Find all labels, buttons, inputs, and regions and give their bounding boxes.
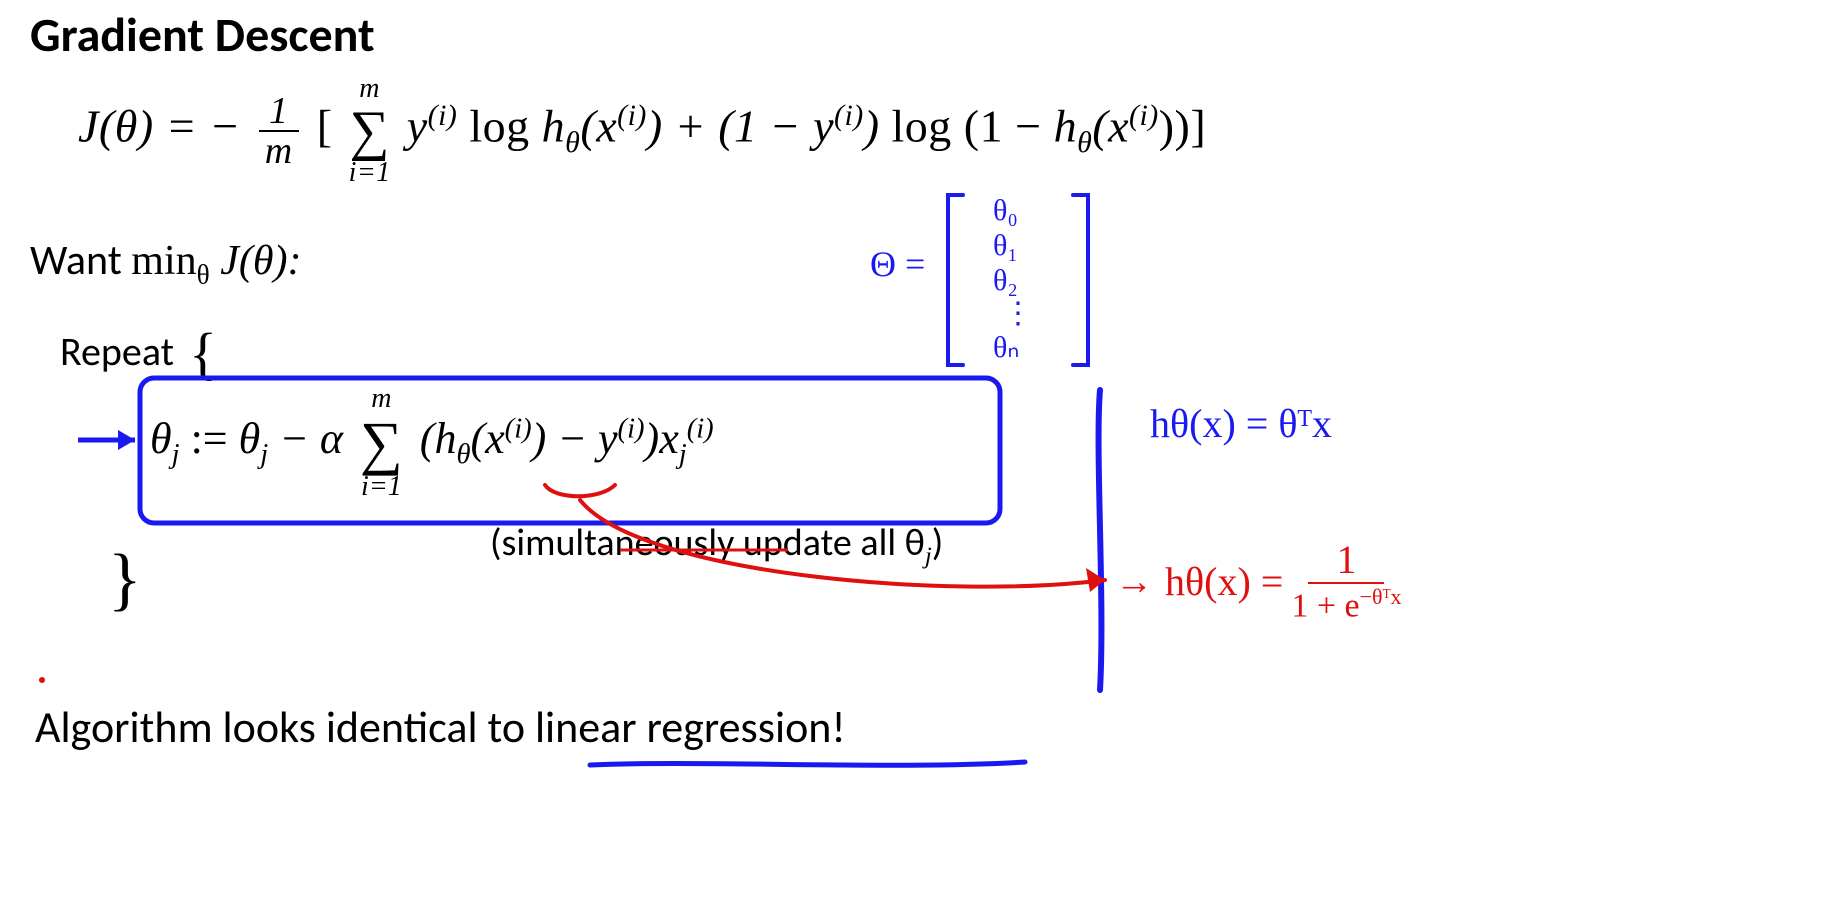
sigmoid-fraction: 1 1 + e−θᵀx: [1291, 540, 1401, 623]
sup-i-3: (i): [834, 99, 864, 132]
simul-sub: j: [925, 543, 932, 570]
h-linear-annotation: hθ(x) = θᵀx: [1150, 400, 1332, 447]
repeat-line: Repeat {: [60, 320, 217, 387]
frac-den: m: [259, 132, 299, 170]
sym-h3: h: [434, 414, 456, 463]
sigmoid-exp: −θᵀx: [1360, 584, 1402, 609]
sum-lower: i=1: [349, 159, 391, 187]
brace-open: {: [189, 321, 217, 386]
repeat-word: Repeat: [60, 327, 174, 376]
theta-2: θ₂: [993, 264, 1018, 297]
sub-theta1: θ: [565, 126, 580, 159]
sub-theta3: θ: [456, 439, 470, 470]
theta-n: θₙ: [993, 331, 1019, 364]
simultaneous-update-note: (simultaneously update all θj): [490, 520, 943, 571]
want-line: Want minθ J(θ):: [30, 235, 301, 290]
min-sub: θ: [197, 259, 210, 289]
min-expr: minθ J(θ):: [131, 238, 301, 284]
simul-text: (simultaneously update all θ: [490, 520, 925, 566]
theta-0: θ₀: [993, 194, 1018, 227]
sym-y2: y: [813, 101, 834, 152]
right-bracket: ))]: [1159, 101, 1206, 152]
sym-J: J: [78, 101, 99, 152]
summation: m ∑ i=1: [349, 75, 391, 187]
sym-h2: h: [1054, 101, 1078, 152]
theta-j-1: θ: [150, 414, 172, 463]
sup-i-4: (i): [1129, 99, 1159, 132]
sum2-lower: i=1: [360, 473, 403, 501]
theta-1: θ₁: [993, 229, 1018, 262]
theta-dots: ⋮: [1003, 297, 1033, 330]
sup-i-7: (i): [687, 413, 714, 444]
sum-upper: m: [349, 75, 391, 103]
assign: :=: [191, 414, 239, 463]
sup-i-6: (i): [618, 413, 645, 444]
sub-j-2: j: [260, 439, 268, 470]
plus-part: + (1 −: [675, 101, 813, 152]
theta-bracket-svg: θ₀ θ₁ θ₂ ⋮ θₙ: [943, 185, 1103, 375]
sym-x3: x: [485, 414, 505, 463]
sum2-upper: m: [360, 385, 403, 413]
sub-j-1: j: [172, 439, 180, 470]
sup-i-2: (i): [617, 99, 647, 132]
sym-h: h: [542, 101, 566, 152]
sym-x2: x: [1108, 101, 1129, 152]
left-bracket: [: [317, 101, 333, 152]
sym-y: y: [407, 101, 428, 152]
sub-j-3: j: [679, 439, 687, 470]
sigmoid-den: 1 + e: [1291, 587, 1359, 624]
h-sigmoid-annotation: → hθ(x) = 1 1 + e−θᵀx: [1115, 540, 1402, 623]
theta-vector-annotation: Θ = θ₀ θ₁ θ₂ ⋮ θₙ: [870, 185, 1103, 382]
fraction-1-over-m: 1 m: [259, 92, 299, 170]
brace-close: }: [108, 540, 142, 620]
cost-function-formula: J(θ) = − 1 m [ m ∑ i=1 y(i) log hθ(x(i))…: [78, 75, 1206, 187]
simul-end: ): [932, 520, 944, 566]
close-paren: ): [864, 101, 892, 152]
sym-theta: θ: [115, 101, 138, 152]
frac-num: 1: [259, 92, 299, 132]
update-rule-formula: θj := θj − α m ∑ i=1 (hθ(x(i)) − y(i))xj…: [150, 385, 714, 501]
lecture-slide: Gradient Descent J(θ) = − 1 m [ m ∑ i=1 …: [0, 0, 1538, 770]
sym-y3: y: [598, 414, 618, 463]
want-prefix: Want: [30, 235, 131, 286]
sub-theta2: θ: [1077, 126, 1092, 159]
sym-eq: = −: [166, 101, 241, 152]
min-word: min: [131, 238, 196, 284]
sym-xj: x: [659, 414, 679, 463]
sigmoid-num: 1: [1308, 540, 1384, 584]
algorithm-footnote: Algorithm looks identical to linear regr…: [35, 700, 846, 754]
h-sigmoid-left: hθ(x) =: [1165, 558, 1283, 605]
summation-2: m ∑ i=1: [360, 385, 403, 501]
minus-alpha: − α: [279, 414, 354, 463]
log2: log (1 −: [892, 101, 1054, 152]
slide-title: Gradient Descent: [30, 5, 375, 64]
theta-j-2: θ: [239, 414, 261, 463]
sup-i-5: (i): [505, 413, 532, 444]
log1: log: [469, 101, 541, 152]
sym-x1: x: [596, 101, 617, 152]
theta-eq: Θ =: [870, 244, 925, 284]
want-after: J(θ):: [210, 238, 302, 284]
sup-i-1: (i): [428, 99, 458, 132]
